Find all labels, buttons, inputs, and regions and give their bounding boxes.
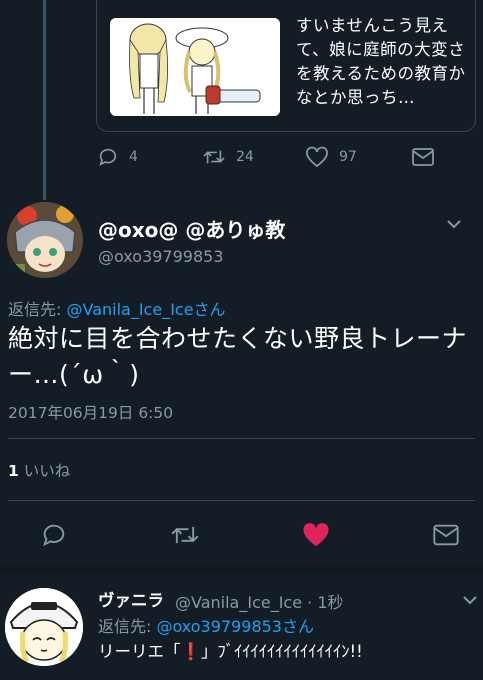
reply-text-start: リーリエ「 bbox=[98, 642, 181, 661]
reply-icon bbox=[43, 524, 65, 547]
heart-icon bbox=[303, 523, 329, 547]
chevron-down-icon bbox=[447, 220, 461, 229]
reply-prefix: 返信先: bbox=[8, 300, 67, 319]
screen-name[interactable]: @oxo39799853 bbox=[98, 247, 224, 266]
retweet-icon bbox=[171, 526, 199, 544]
like-action[interactable]: 97 bbox=[305, 146, 411, 168]
tweet-text: 絶対に目を合わせたくない野良トレーナー…(´ω｀) bbox=[8, 324, 468, 389]
reply-text-end: 」ﾌﾞｲｲｲｲｲｲｲｲｲｲｲｲｲﾝ!! bbox=[201, 642, 363, 661]
quoted-action-bar: 4 24 97 bbox=[97, 146, 435, 168]
thread-line bbox=[43, 0, 46, 200]
timestamp[interactable]: 2017年06月19日 6:50 bbox=[8, 401, 173, 423]
reply-text: リーリエ「❗」ﾌﾞｲｲｲｲｲｲｲｲｲｲｲｲｲﾝ!! bbox=[98, 638, 363, 662]
reply-context: 返信先: @oxo39799853さん bbox=[98, 613, 314, 637]
quoted-tweet-image[interactable] bbox=[110, 18, 280, 116]
reply-action[interactable]: 4 bbox=[97, 146, 202, 168]
divider bbox=[8, 438, 475, 439]
likes-count: 1 bbox=[8, 462, 19, 480]
dm-action[interactable] bbox=[411, 147, 435, 167]
likes-summary[interactable]: 1 いいね bbox=[8, 459, 70, 481]
dm-icon bbox=[433, 524, 459, 546]
reply-icon bbox=[99, 148, 117, 166]
reply-avatar[interactable] bbox=[5, 588, 83, 666]
retweet-action[interactable]: 24 bbox=[202, 146, 305, 168]
quoted-tweet-text: すいませんこう見えて、娘に庭師の大変さを教えるための教育かなとか思っち… bbox=[296, 16, 466, 107]
reply-to-link[interactable]: @Vanila_Ice_Iceさん bbox=[66, 300, 225, 319]
retweet-icon bbox=[203, 150, 225, 164]
divider bbox=[8, 500, 475, 501]
dm-button[interactable] bbox=[432, 523, 460, 547]
reply-context: 返信先: @Vanila_Ice_Iceさん bbox=[8, 296, 226, 320]
chevron-down-icon bbox=[463, 596, 477, 605]
reply-to-link[interactable]: @oxo39799853さん bbox=[156, 617, 314, 636]
dm-icon bbox=[412, 148, 434, 166]
reply-handle-time[interactable]: @Vanila_Ice_Ice · 1秒 bbox=[175, 589, 344, 613]
retweet-count: 24 bbox=[236, 149, 254, 165]
tweet-action-bar bbox=[40, 521, 460, 549]
display-name[interactable]: @oxo@ @ありゅ教 bbox=[98, 214, 285, 243]
section-separator bbox=[0, 566, 483, 574]
reply-button[interactable] bbox=[40, 521, 68, 549]
reply-menu-button[interactable] bbox=[462, 591, 478, 610]
tweet-menu-button[interactable] bbox=[446, 215, 462, 234]
reply-count: 4 bbox=[129, 149, 138, 165]
retweet-button[interactable] bbox=[169, 521, 201, 549]
reply-display-name[interactable]: ヴァニラ bbox=[98, 587, 164, 611]
like-button[interactable] bbox=[301, 521, 331, 549]
heart-icon bbox=[306, 146, 328, 168]
likes-label: いいね bbox=[23, 462, 71, 480]
like-count: 97 bbox=[339, 149, 357, 165]
avatar[interactable] bbox=[7, 202, 83, 278]
exclamation-icon: ❗ bbox=[180, 642, 202, 661]
reply-prefix: 返信先: bbox=[98, 617, 157, 636]
